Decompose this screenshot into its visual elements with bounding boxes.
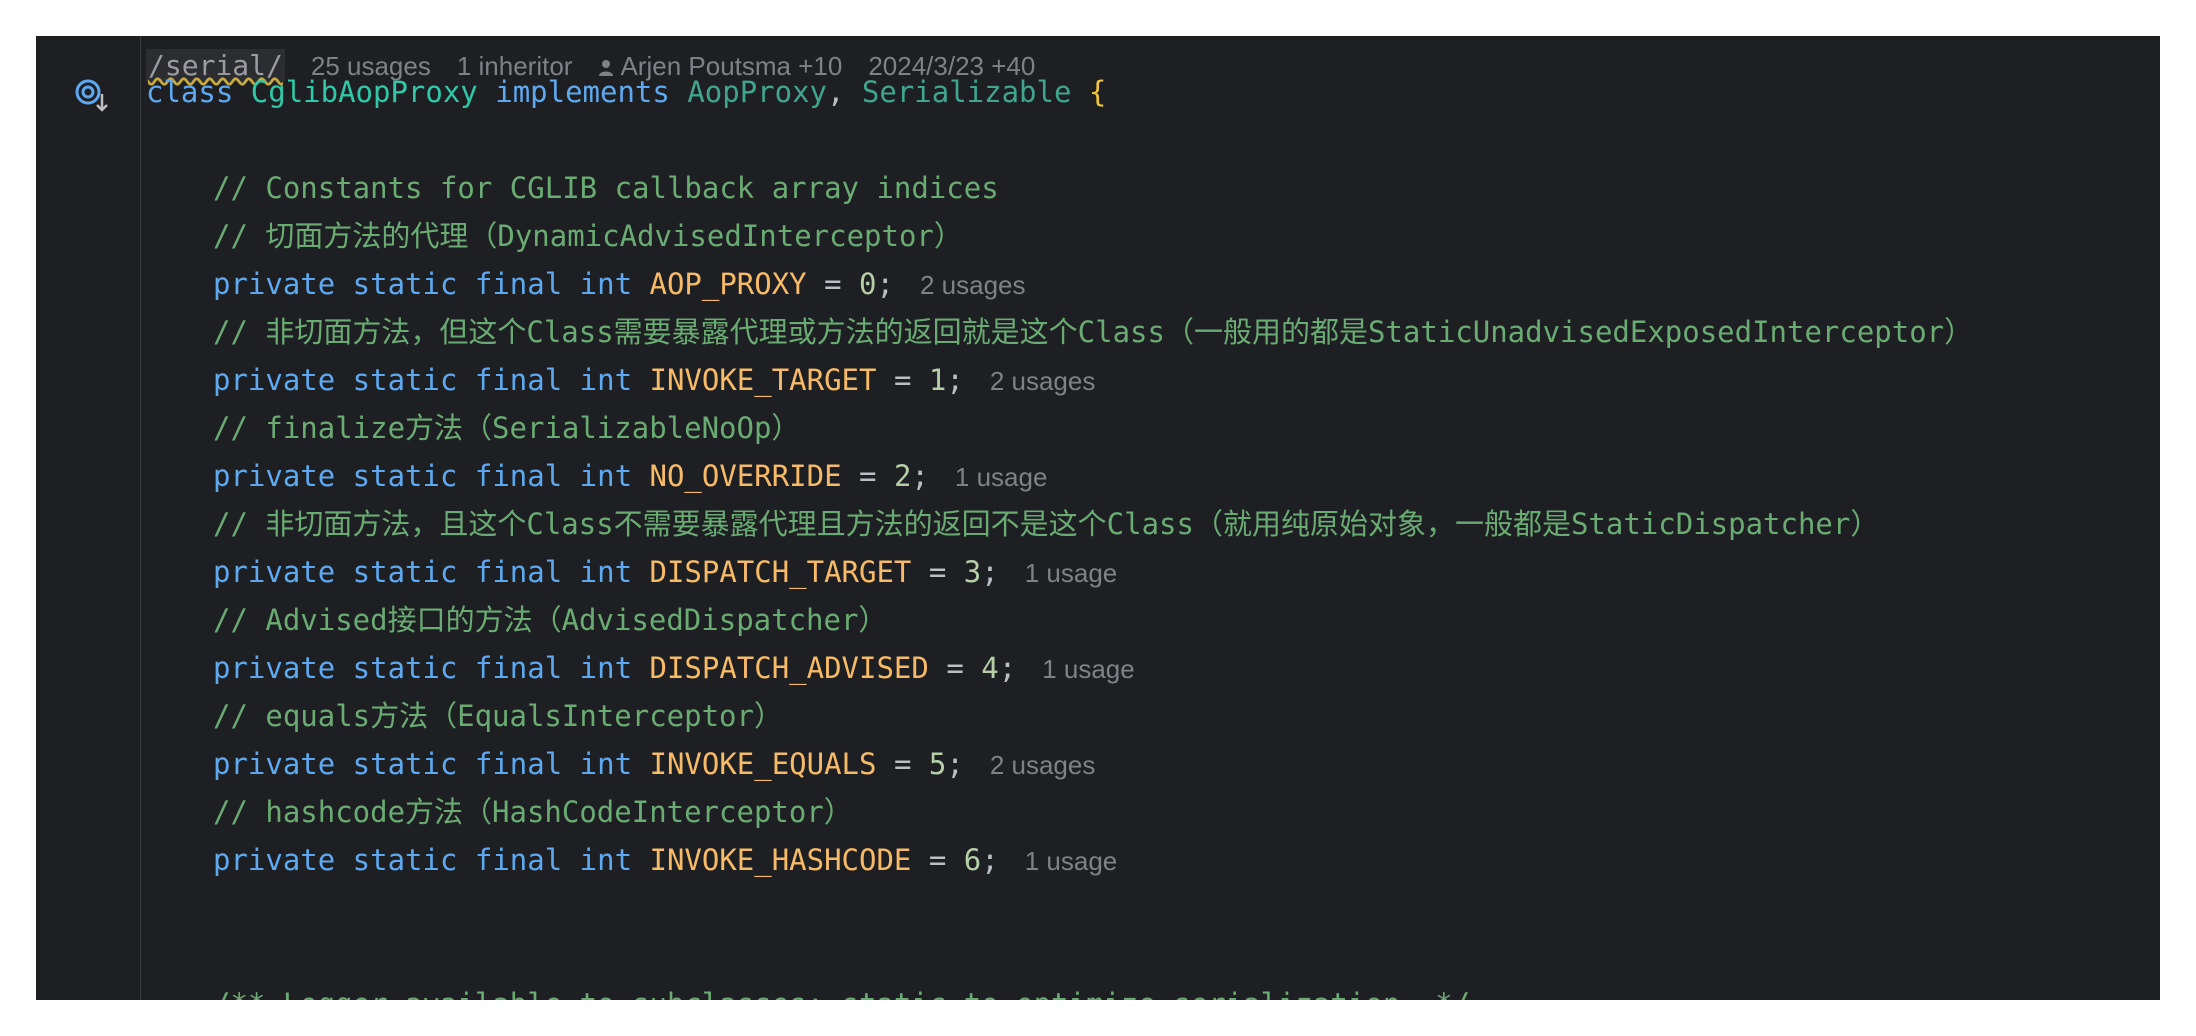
interface-serializable[interactable]: Serializable bbox=[862, 75, 1072, 109]
usage-hint[interactable]: 2 usages bbox=[990, 750, 1096, 780]
comment-text: // 非切面方法，但这个Class需要暴露代理或方法的返回就是这个Class（一… bbox=[213, 315, 1974, 349]
comment-text: // equals方法（EqualsInterceptor） bbox=[213, 699, 783, 733]
usage-hint[interactable]: 1 usage bbox=[1025, 558, 1118, 588]
assign-operator: = bbox=[928, 651, 982, 685]
comment-text: // hashcode方法（HashCodeInterceptor） bbox=[213, 795, 853, 829]
comment-text: // Advised接口的方法（AdvisedDispatcher） bbox=[213, 603, 888, 637]
semicolon: ; bbox=[981, 843, 999, 877]
open-brace: { bbox=[1071, 75, 1107, 109]
separator: , bbox=[827, 75, 862, 109]
gutter-divider bbox=[140, 36, 141, 1000]
assign-operator: = bbox=[911, 555, 964, 589]
code-editor[interactable]: /serial/25 usages 1 inheritor Arjen Poutsm… bbox=[36, 36, 2160, 1000]
assign-operator: = bbox=[876, 747, 929, 781]
semicolon: ; bbox=[911, 459, 929, 493]
constant-name[interactable]: INVOKE_HASHCODE bbox=[650, 843, 912, 877]
constant-value: 1 bbox=[928, 363, 947, 397]
assign-operator: = bbox=[911, 843, 964, 877]
modifiers: private static final int bbox=[213, 363, 633, 397]
modifiers: private static final int bbox=[213, 651, 633, 685]
semicolon: ; bbox=[998, 651, 1017, 685]
modifiers: private static final int bbox=[213, 555, 633, 589]
constant-value: 3 bbox=[963, 555, 982, 589]
constant-value: 6 bbox=[963, 843, 982, 877]
class-name[interactable]: CglibAopProxy bbox=[251, 75, 478, 109]
comment-text: // 切面方法的代理（DynamicAdvisedInterceptor） bbox=[213, 219, 963, 253]
keyword-implements: implements bbox=[495, 75, 670, 109]
usage-hint[interactable]: 1 usage bbox=[955, 462, 1048, 492]
semicolon: ; bbox=[981, 555, 999, 589]
keyword-class: class bbox=[146, 75, 234, 109]
constant-value: 2 bbox=[893, 459, 912, 493]
modifiers: private static final int bbox=[213, 747, 633, 781]
constant-value: 0 bbox=[859, 267, 877, 301]
assign-operator: = bbox=[841, 459, 894, 493]
usage-hint[interactable]: 2 usages bbox=[920, 270, 1026, 300]
comment-text: // finalize方法（SerializableNoOp） bbox=[213, 411, 801, 445]
constant-name[interactable]: AOP_PROXY bbox=[650, 267, 807, 301]
interface-aopproxy[interactable]: AopProxy bbox=[687, 75, 827, 109]
constant-value: 4 bbox=[981, 651, 999, 685]
semicolon: ; bbox=[876, 267, 894, 301]
comment-text: // Constants for CGLIB callback array in… bbox=[213, 171, 999, 205]
constant-name[interactable]: DISPATCH_TARGET bbox=[650, 555, 912, 589]
constant-name[interactable]: INVOKE_TARGET bbox=[650, 363, 877, 397]
modifiers: private static final int bbox=[213, 843, 633, 877]
assign-operator: = bbox=[806, 267, 860, 301]
usage-hint[interactable]: 1 usage bbox=[1042, 654, 1135, 684]
cut-off-comment-line: /** Logger available to subclasses; stat… bbox=[146, 980, 1470, 1000]
usage-hint[interactable]: 2 usages bbox=[990, 366, 1096, 396]
semicolon: ; bbox=[946, 363, 964, 397]
constant-name[interactable]: INVOKE_EQUALS bbox=[650, 747, 877, 781]
class-declaration-line[interactable]: class CglibAopProxy implements AopProxy,… bbox=[36, 68, 1106, 116]
comment-text: // 非切面方法，且这个Class不需要暴露代理且方法的返回不是这个Class（… bbox=[213, 507, 1880, 541]
assign-operator: = bbox=[876, 363, 929, 397]
constant-name[interactable]: DISPATCH_ADVISED bbox=[650, 651, 929, 685]
constant-value: 5 bbox=[928, 747, 947, 781]
modifiers: private static final int bbox=[213, 267, 633, 301]
modifiers: private static final int bbox=[213, 459, 633, 493]
constant-name[interactable]: NO_OVERRIDE bbox=[650, 459, 842, 493]
usage-hint[interactable]: 1 usage bbox=[1025, 846, 1118, 876]
semicolon: ; bbox=[946, 747, 964, 781]
